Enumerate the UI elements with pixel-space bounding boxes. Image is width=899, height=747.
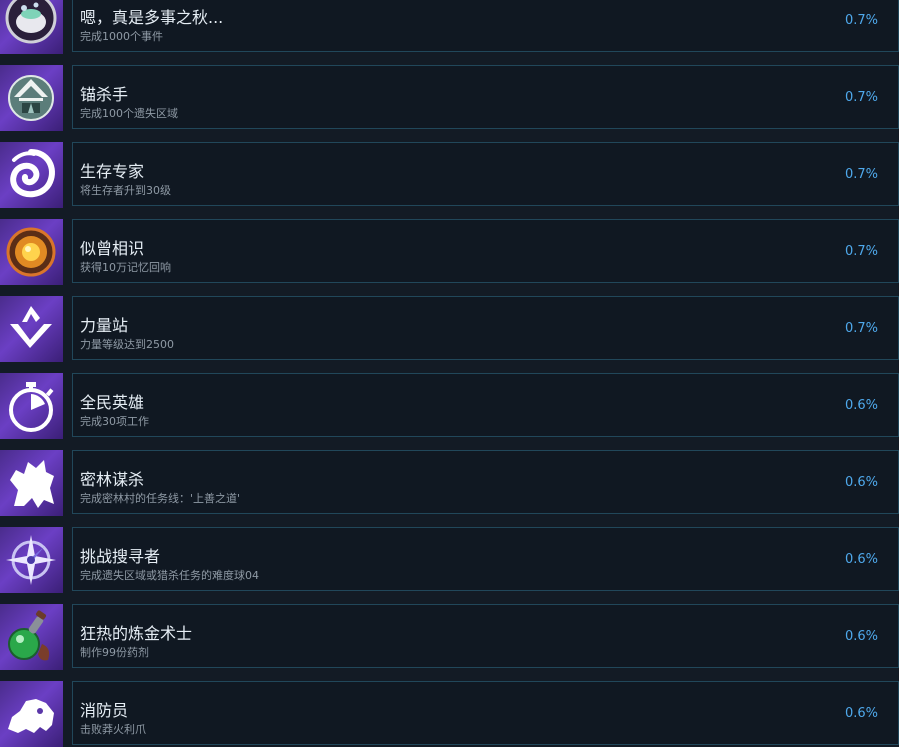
ruin-gate-icon (0, 65, 63, 131)
unlock-percentage: 0.7% (844, 13, 878, 28)
compass-star-icon (0, 527, 63, 593)
unlock-percentage: 0.7% (844, 244, 878, 259)
achievement-row: 力量站 力量等级达到2500 0.7% (0, 296, 899, 362)
achievement-title: 生存专家 (80, 162, 145, 181)
achievement-row: 狂热的炼金术士 制作99份药剂 0.6% (0, 604, 899, 670)
glowing-orb-icon (0, 219, 63, 285)
unlock-percentage: 0.6% (844, 706, 878, 721)
achievement-description: 制作99份药剂 (80, 646, 149, 659)
achievement-description: 完成1000个事件 (80, 30, 163, 43)
potion-flask-icon (0, 604, 63, 670)
achievement-description: 完成密林村的任务线：'上善之道' (80, 492, 241, 505)
achievement-description: 完成遗失区域或猎杀任务的难度球04 (80, 569, 259, 582)
achievement-row: 消防员 击败莽火利爪 0.6% (0, 681, 899, 747)
achievement-card: 生存专家 将生存者升到30级 0.7% (72, 142, 899, 206)
swirl-emblem-icon (0, 142, 63, 208)
achievement-title: 挑战搜寻者 (80, 547, 161, 566)
achievement-title: 狂热的炼金术士 (80, 624, 193, 643)
achievement-title: 似曾相识 (80, 239, 145, 258)
achievement-row: 挑战搜寻者 完成遗失区域或猎杀任务的难度球04 0.6% (0, 527, 899, 593)
achievement-row: 锚杀手 完成100个遗失区域 0.7% (0, 65, 899, 131)
achievement-title: 密林谋杀 (80, 470, 145, 489)
achievement-card: 狂热的炼金术士 制作99份药剂 0.6% (72, 604, 899, 668)
achievement-row: 密林谋杀 完成密林村的任务线：'上善之道' 0.6% (0, 450, 899, 516)
achievement-row: 似曾相识 获得10万记忆回响 0.7% (0, 219, 899, 285)
achievement-card: 似曾相识 获得10万记忆回响 0.7% (72, 219, 899, 283)
achievement-description: 力量等级达到2500 (80, 338, 174, 351)
achievement-description: 将生存者升到30级 (80, 184, 171, 197)
achievement-description: 击败莽火利爪 (80, 723, 146, 736)
achievement-card: 全民英雄 完成30项工作 0.6% (72, 373, 899, 437)
achievement-row: 嗯，真是多事之秋... 完成1000个事件 0.7% (0, 0, 899, 54)
achievement-row: 全民英雄 完成30项工作 0.6% (0, 373, 899, 439)
achievement-card: 消防员 击败莽火利爪 0.6% (72, 681, 899, 745)
achievement-card: 密林谋杀 完成密林村的任务线：'上善之道' 0.6% (72, 450, 899, 514)
achievement-card: 力量站 力量等级达到2500 0.7% (72, 296, 899, 360)
power-chevron-icon (0, 296, 63, 362)
achievement-row: 生存专家 将生存者升到30级 0.7% (0, 142, 899, 208)
unlock-percentage: 0.7% (844, 167, 878, 182)
creature-silhouette-icon (0, 681, 63, 747)
achievement-title: 全民英雄 (80, 393, 145, 412)
unlock-percentage: 0.6% (844, 398, 878, 413)
achievement-title: 嗯，真是多事之秋... (80, 8, 224, 27)
achievement-card: 挑战搜寻者 完成遗失区域或猎杀任务的难度球04 0.6% (72, 527, 899, 591)
achievement-description: 完成100个遗失区域 (80, 107, 178, 120)
unlock-percentage: 0.6% (844, 629, 878, 644)
achievement-title: 锚杀手 (80, 85, 129, 104)
achievement-title: 力量站 (80, 316, 129, 335)
stopwatch-icon (0, 373, 63, 439)
achievement-description: 完成30项工作 (80, 415, 149, 428)
achievement-card: 锚杀手 完成100个遗失区域 0.7% (72, 65, 899, 129)
unlock-percentage: 0.6% (844, 475, 878, 490)
unlock-percentage: 0.7% (844, 90, 878, 105)
achievement-description: 获得10万记忆回响 (80, 261, 171, 274)
unlock-percentage: 0.7% (844, 321, 878, 336)
unlock-percentage: 0.6% (844, 552, 878, 567)
achievement-card: 嗯，真是多事之秋... 完成1000个事件 0.7% (72, 0, 899, 52)
beast-silhouette-icon (0, 450, 63, 516)
achievement-title: 消防员 (80, 701, 129, 720)
cauldron-icon (0, 0, 63, 54)
